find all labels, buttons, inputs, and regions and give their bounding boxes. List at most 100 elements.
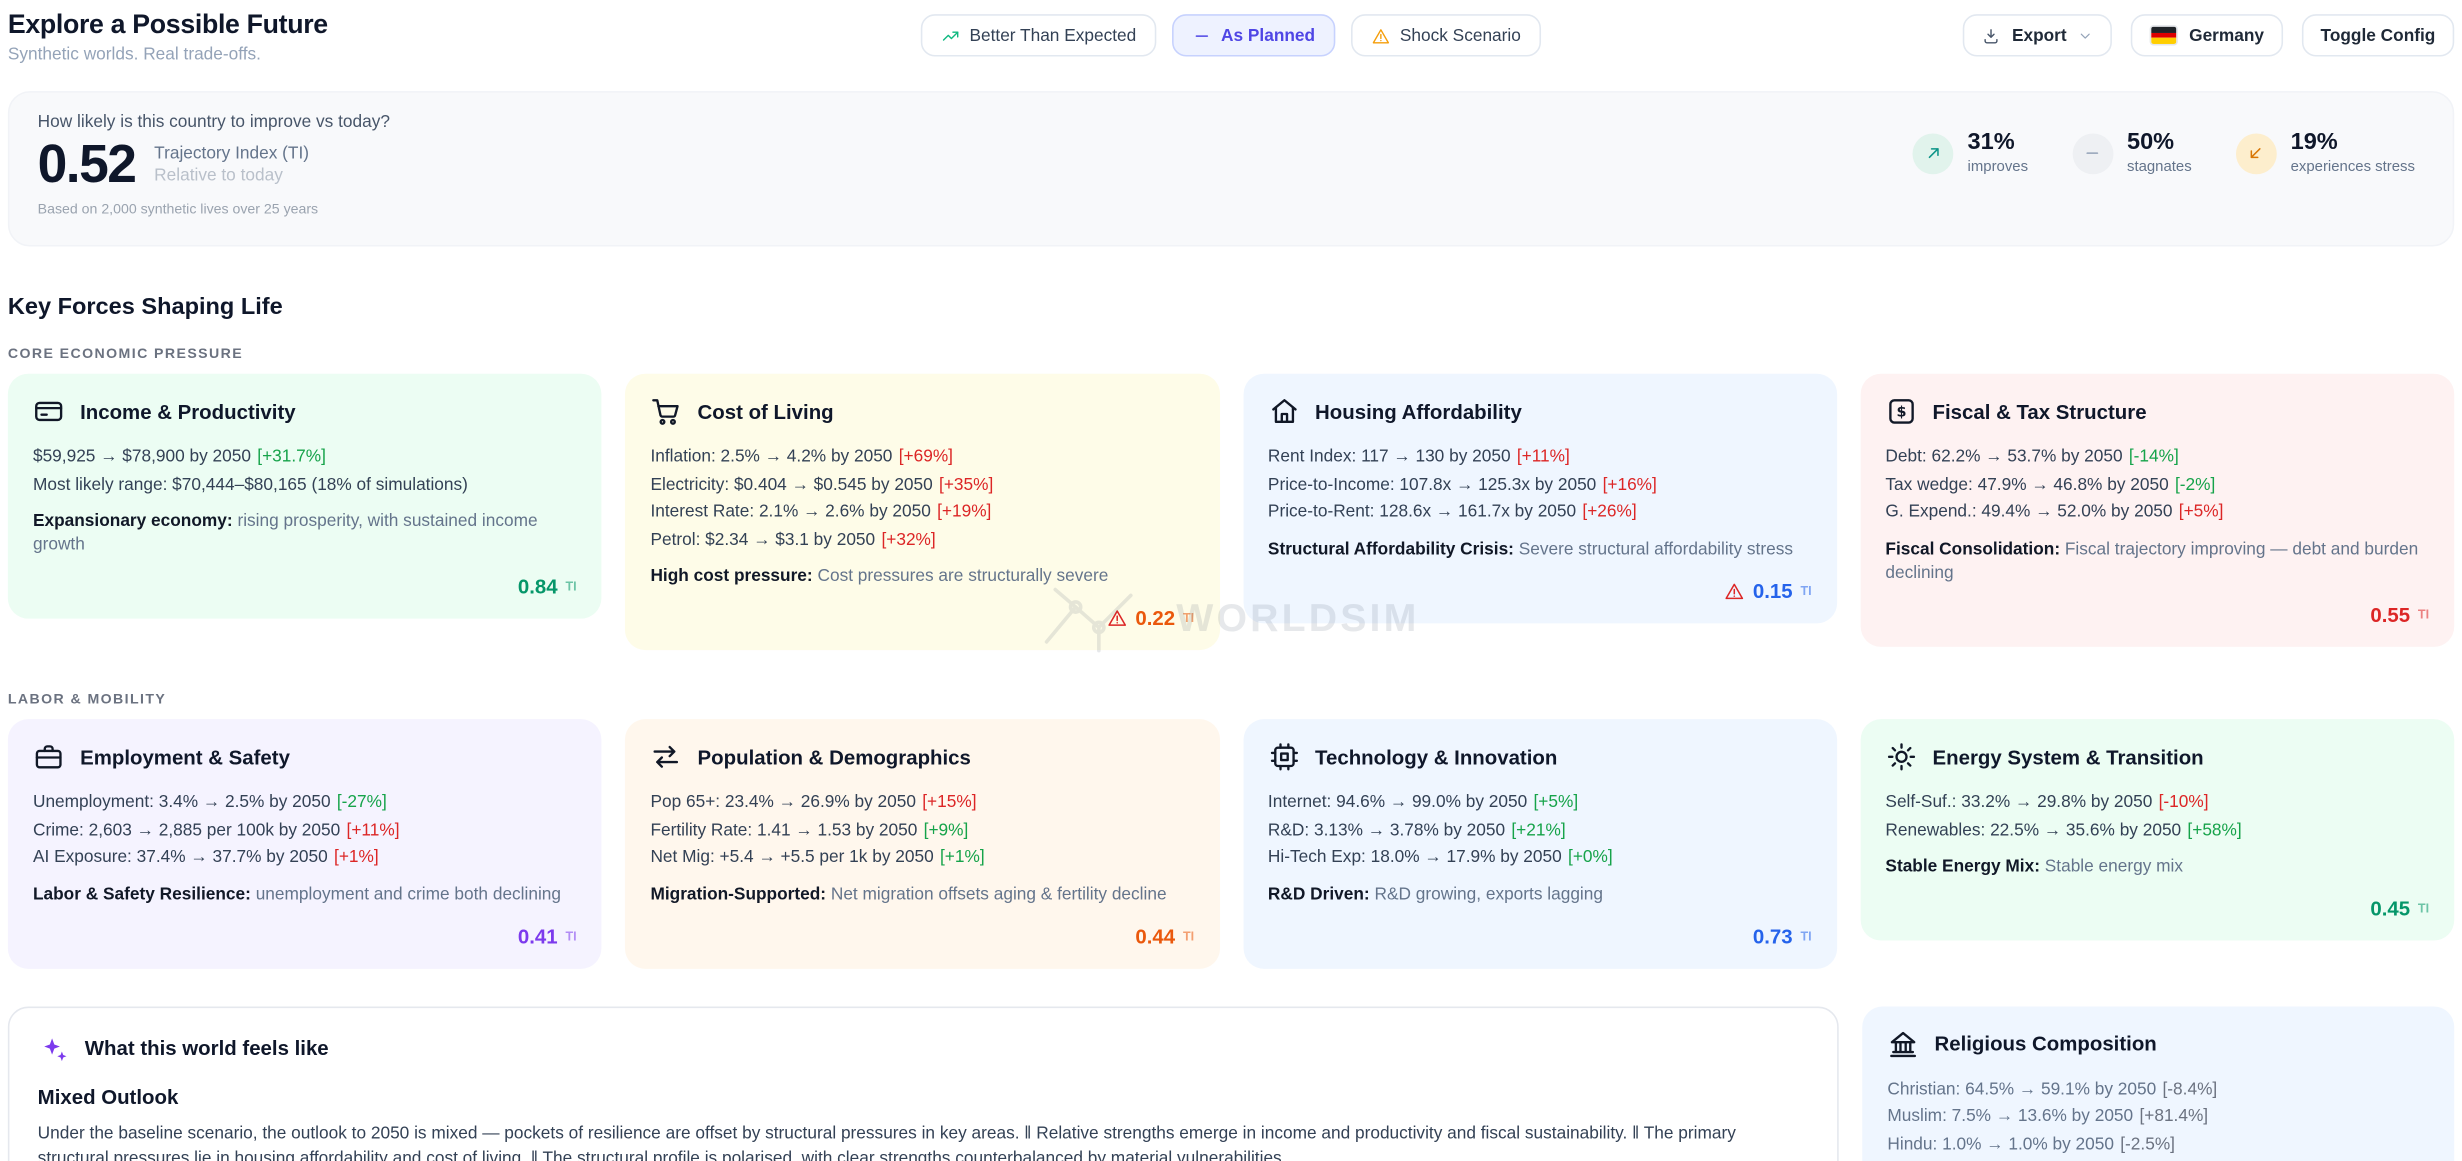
narrative-heading: Mixed Outlook <box>38 1084 1809 1108</box>
stat-line: Hindu: 1.0% → 1.0% by 2050[-2.5%] <box>1887 1131 2429 1158</box>
toggle-config-button[interactable]: Toggle Config <box>2302 14 2455 56</box>
top-bar-actions: Export Germany Toggle Config <box>1963 9 2454 56</box>
scenario-shock[interactable]: Shock Scenario <box>1351 14 1541 56</box>
card-summary: Structural Affordability Crisis: Severe … <box>1268 538 1812 562</box>
warning-icon <box>1725 580 1745 600</box>
stat-label: stagnates <box>2127 159 2192 176</box>
card-population-demographics: Population & Demographics Pop 65+: 23.4%… <box>625 719 1219 968</box>
stat-line: Fertility Rate: 1.41 → 1.53 by 2050[+9%] <box>650 817 1194 844</box>
germany-flag-icon <box>2150 25 2178 45</box>
delta: [-8.4%] <box>2163 1080 2218 1099</box>
stat-label: experiences stress <box>2291 159 2415 176</box>
stat-line: Petrol: $2.34 → $3.1 by 2050[+32%] <box>650 527 1194 554</box>
summary-footnote: Based on 2,000 synthetic lives over 25 y… <box>38 201 2425 217</box>
briefcase-icon <box>33 741 64 772</box>
card-title: Housing Affordability <box>1315 400 1522 424</box>
warning-icon <box>1107 608 1127 628</box>
card-summary: Expansionary economy: rising prosperity,… <box>33 510 577 557</box>
trajectory-summary-card: How likely is this country to improve vs… <box>8 91 2454 246</box>
delta: [+19%] <box>937 502 991 521</box>
card-title: Fiscal & Tax Structure <box>1933 400 2147 424</box>
home-icon <box>1268 396 1299 427</box>
card-title: Population & Demographics <box>698 745 971 769</box>
cpu-icon <box>1268 741 1299 772</box>
ti-sublabel: Relative to today <box>154 166 309 185</box>
ti-score: 0.44TI <box>650 924 1194 948</box>
card-title: Energy System & Transition <box>1933 745 2204 769</box>
stat-line: G. Expend.: 49.4% → 52.0% by 2050[+5%] <box>1885 499 2429 526</box>
scenario-label: As Planned <box>1221 26 1315 45</box>
dashboard: Explore a Possible Future Synthetic worl… <box>0 0 2462 1161</box>
scenario-better-than-expected[interactable]: Better Than Expected <box>921 14 1157 56</box>
religious-composition-card: Religious Composition Christian: 64.5% →… <box>1862 1006 2454 1161</box>
stat-line: Electricity: $0.404 → $0.545 by 2050[+35… <box>650 472 1194 499</box>
narrative-body: Under the baseline scenario, the outlook… <box>38 1120 1804 1161</box>
temple-icon <box>1887 1028 1918 1059</box>
card-summary: Labor & Safety Resilience: unemployment … <box>33 883 577 907</box>
ti-score: 0.55TI <box>1885 602 2429 626</box>
wallet-icon <box>33 396 64 427</box>
warning-icon <box>1372 26 1391 45</box>
export-button[interactable]: Export <box>1963 14 2112 56</box>
stat-value: 19% <box>2291 130 2415 155</box>
stat-stress: 19% experiences stress <box>2236 130 2415 176</box>
scenario-as-planned[interactable]: As Planned <box>1172 14 1335 56</box>
delta: [+1%] <box>334 848 379 867</box>
scenario-switcher: Better Than Expected As Planned Shock Sc… <box>921 14 1541 56</box>
delta: [+11%] <box>347 820 400 839</box>
delta: [-27%] <box>337 793 387 812</box>
outcome-stats: 31% improves 50% stagnates 19% experienc… <box>1913 130 2415 176</box>
ti-value: 0.52 <box>38 135 136 195</box>
minus-icon <box>2072 133 2113 174</box>
stat-line: Rent Index: 117 → 130 by 2050[+11%] <box>1268 444 1812 471</box>
stat-line: Interest Rate: 2.1% → 2.6% by 2050[+19%] <box>650 499 1194 526</box>
bottom-row: What this world feels like Mixed Outlook… <box>8 1006 2454 1161</box>
stat-line: Price-to-Rent: 128.6x → 161.7x by 2050[+… <box>1268 499 1812 526</box>
stat-line: Internet: 94.6% → 99.0% by 2050[+5%] <box>1268 790 1812 817</box>
card-energy-transition: Energy System & Transition Self-Suf.: 33… <box>1860 719 2454 940</box>
country-selector[interactable]: Germany <box>2131 14 2283 56</box>
stat-line: Most likely range: $70,444–$80,165 (18% … <box>33 472 577 499</box>
group-label-core-economic: CORE ECONOMIC PRESSURE <box>8 345 2454 361</box>
stat-line: Tax wedge: 47.9% → 46.8% by 2050[-2%] <box>1885 472 2429 499</box>
forces-row-1: Income & Productivity $59,925 → $78,900 … <box>8 374 2454 650</box>
toggle-config-label: Toggle Config <box>2321 26 2436 45</box>
ti-labels: Trajectory Index (TI) Relative to today <box>154 144 309 185</box>
sparkles-icon <box>38 1032 69 1063</box>
stat-line: Net Mig: +5.4 → +5.5 per 1k by 2050[+1%] <box>650 845 1194 872</box>
narrative-title: What this world feels like <box>85 1036 329 1060</box>
stat-line: Debt: 62.2% → 53.7% by 2050[-14%] <box>1885 444 2429 471</box>
card-housing-affordability: Housing Affordability Rent Index: 117 → … <box>1243 374 1837 623</box>
delta: [-10%] <box>2159 793 2209 812</box>
card-title: Technology & Innovation <box>1315 745 1557 769</box>
top-bar: Explore a Possible Future Synthetic worl… <box>8 9 2454 72</box>
delta: [+5%] <box>2179 502 2224 521</box>
country-label: Germany <box>2189 26 2264 45</box>
delta: [+1%] <box>940 848 985 867</box>
delta: [+32%] <box>881 530 935 549</box>
delta: [+9%] <box>924 820 969 839</box>
title-block: Explore a Possible Future Synthetic worl… <box>8 9 328 64</box>
group-label-labor-mobility: LABOR & MOBILITY <box>8 691 2454 707</box>
delta: [+26%] <box>1582 502 1636 521</box>
delta: [+21%] <box>1511 820 1565 839</box>
stat-line: Inflation: 2.5% → 4.2% by 2050[+69%] <box>650 444 1194 471</box>
stat-line: Renewables: 22.5% → 35.6% by 2050[+58%] <box>1885 817 2429 844</box>
svg-text:$: $ <box>1896 405 1906 421</box>
card-summary: Fiscal Consolidation: Fiscal trajectory … <box>1885 538 2429 585</box>
delta: [-14%] <box>2129 448 2179 467</box>
stat-label: improves <box>1968 159 2029 176</box>
ti-score: 0.45TI <box>1885 897 2429 921</box>
stat-value: 50% <box>2127 130 2192 155</box>
export-label: Export <box>2012 26 2067 45</box>
stat-line: Crime: 2,603 → 2,885 per 100k by 2050[+1… <box>33 817 577 844</box>
delta: [-2.5%] <box>2120 1134 2175 1153</box>
stat-line: Unemployment: 3.4% → 2.5% by 2050[-27%] <box>33 790 577 817</box>
card-employment-safety: Employment & Safety Unemployment: 3.4% →… <box>8 719 602 968</box>
forces-row-2: Employment & Safety Unemployment: 3.4% →… <box>8 719 2454 968</box>
ti-score: 0.84TI <box>33 575 577 599</box>
card-title: Employment & Safety <box>80 745 290 769</box>
banknote-icon: $ <box>1885 396 1916 427</box>
sun-icon <box>1885 741 1916 772</box>
delta: [-2%] <box>2175 475 2215 494</box>
